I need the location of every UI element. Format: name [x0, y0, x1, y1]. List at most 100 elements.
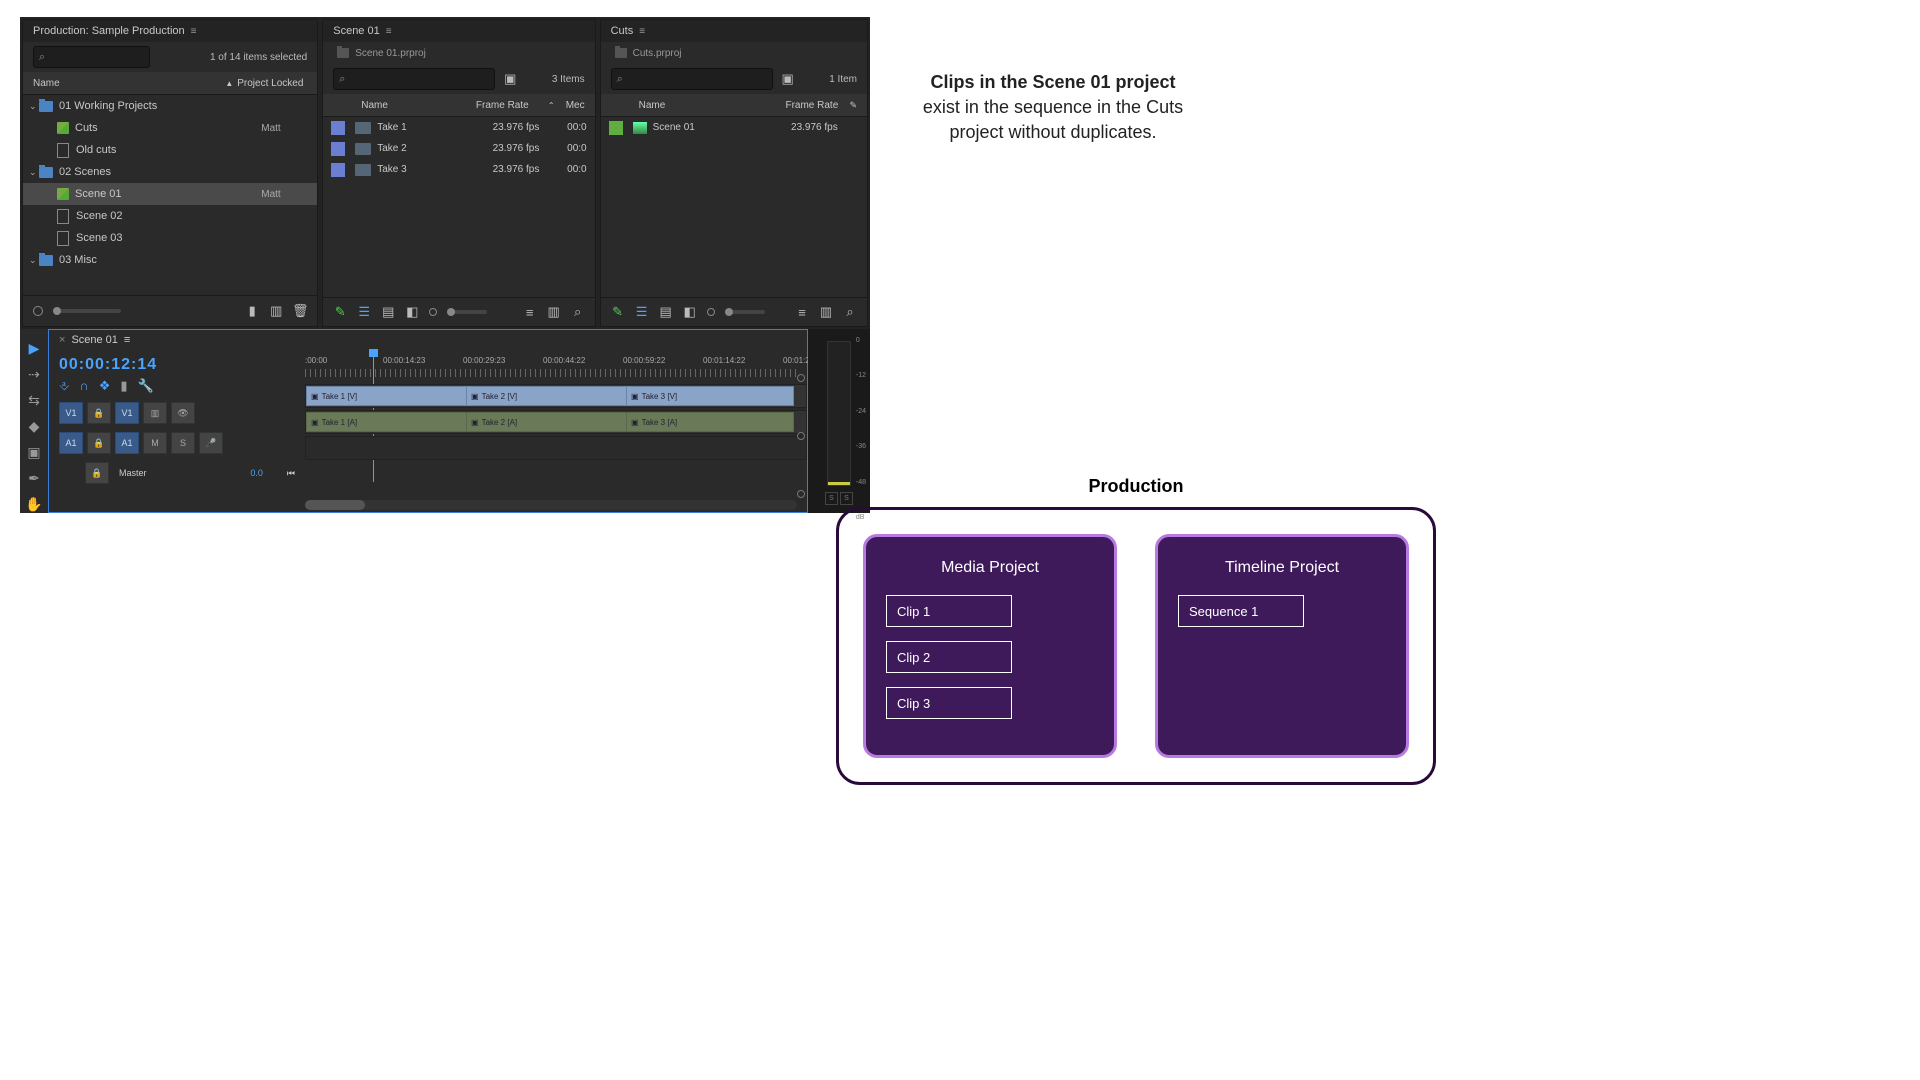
tree-folder-misc[interactable]: ⌄03 Misc [23, 249, 317, 271]
lock-icon[interactable]: 🔒 [87, 432, 111, 454]
time-ruler[interactable]: :00:00 00:00:14:23 00:00:29:23 00:00:44:… [305, 356, 807, 380]
new-item-icon[interactable]: ▥ [819, 305, 833, 319]
playhead-timecode[interactable]: 00:00:12:14 [59, 356, 295, 374]
trash-icon[interactable]: 🗑 [293, 304, 307, 318]
bin-row[interactable]: Take 323.976 fps00:0 [323, 159, 594, 180]
video-track[interactable]: ▣Take 1 [V] ▣Take 2 [V] ▣Take 3 [V] [305, 384, 807, 408]
bin-row[interactable]: Take 123.976 fps00:0 [323, 117, 594, 138]
sync-lock-icon[interactable]: ▥ [143, 402, 167, 424]
video-track-header[interactable]: V1 🔒 V1 ▥ 👁 [59, 402, 295, 424]
header-media[interactable]: Mec [559, 100, 585, 111]
lock-icon[interactable]: 🔒 [87, 402, 111, 424]
thumbnail-slider[interactable] [53, 309, 121, 313]
track-select-tool-icon[interactable]: ⇢ [25, 365, 43, 383]
timeline-clip[interactable]: ▣Take 2 [V] [466, 386, 634, 406]
timeline-clip[interactable]: ▣Take 1 [V] [306, 386, 474, 406]
tree-item-scene03[interactable]: Scene 03 [23, 227, 317, 249]
panel-menu-icon[interactable]: ≡ [386, 26, 392, 37]
slip-tool-icon[interactable]: ▣ [25, 443, 43, 461]
solo-button[interactable]: S [171, 432, 195, 454]
close-icon[interactable]: × [59, 334, 65, 346]
tree-item-cuts[interactable]: CutsMatt [23, 117, 317, 139]
scene-tab[interactable]: Scene 01≡ [323, 20, 594, 42]
marker-icon[interactable]: ▮ [120, 378, 127, 394]
new-folder-icon[interactable]: ▥ [269, 304, 283, 318]
settings-icon[interactable]: 🔧 [138, 378, 154, 394]
insert-icon[interactable]: ⎀ [59, 378, 69, 394]
pencil-icon[interactable]: ✎ [333, 305, 347, 319]
lock-icon[interactable]: 🔒 [85, 462, 109, 484]
tree-item-scene02[interactable]: Scene 02 [23, 205, 317, 227]
scene-search-input[interactable]: ⌕ [333, 68, 495, 90]
thumbnail-slider[interactable] [725, 310, 765, 314]
timeline-clip[interactable]: ▣Take 1 [A] [306, 412, 474, 432]
hand-tool-icon[interactable]: ✋ [25, 495, 43, 513]
audio-track[interactable]: ▣Take 1 [A] ▣Take 2 [A] ▣Take 3 [A] [305, 410, 807, 434]
pen-tool-icon[interactable]: ✒ [25, 469, 43, 487]
target-v1[interactable]: V1 [115, 402, 139, 424]
zoom-out-icon[interactable] [33, 306, 43, 316]
mute-button[interactable]: M [143, 432, 167, 454]
bin-row[interactable]: Scene 0123.976 fps [601, 117, 867, 138]
header-name[interactable]: Name [361, 100, 472, 111]
master-track-header[interactable]: 🔒 Master 0.0 ⏮ [59, 462, 295, 484]
list-view-icon[interactable]: ☰ [635, 305, 649, 319]
timeline-tab[interactable]: ×Scene 01≡ [49, 330, 807, 350]
panel-menu-icon[interactable]: ≡ [191, 26, 197, 37]
zoom-out-icon[interactable] [429, 308, 437, 316]
icon-view-icon[interactable]: ▤ [659, 305, 673, 319]
master-track[interactable] [305, 436, 807, 460]
timeline-clip[interactable]: ▣Take 2 [A] [466, 412, 634, 432]
search-icon[interactable]: ⌕ [843, 305, 857, 319]
search-icon[interactable]: ⌕ [571, 305, 585, 319]
timeline-tracks-area[interactable]: :00:00 00:00:14:23 00:00:29:23 00:00:44:… [305, 350, 807, 512]
source-patch-v1[interactable]: V1 [59, 402, 83, 424]
panel-menu-icon[interactable]: ≡ [124, 334, 130, 346]
thumbnail-slider[interactable] [447, 310, 487, 314]
tree-folder-scenes[interactable]: ⌄02 Scenes [23, 161, 317, 183]
source-patch-a1[interactable]: A1 [59, 432, 83, 454]
icon-view-icon[interactable]: ▤ [381, 305, 395, 319]
tree-folder-working[interactable]: ⌄01 Working Projects [23, 95, 317, 117]
freeform-view-icon[interactable]: ◧ [683, 305, 697, 319]
ripple-edit-tool-icon[interactable]: ⇆ [25, 391, 43, 409]
linked-selection-icon[interactable]: ❖ [99, 378, 111, 394]
header-lock[interactable]: Project Locked [237, 78, 307, 89]
voice-over-icon[interactable]: 🎤 [199, 432, 223, 454]
header-name[interactable]: Name [639, 100, 782, 111]
skip-icon[interactable]: ⏮ [287, 468, 295, 479]
new-bin-icon[interactable]: ▣ [503, 72, 517, 86]
audio-track-header[interactable]: A1 🔒 A1 M S 🎤 [59, 432, 295, 454]
header-framerate[interactable]: Frame Rate [476, 100, 544, 111]
new-item-icon[interactable]: ▥ [547, 305, 561, 319]
panel-menu-icon[interactable]: ≡ [639, 26, 645, 37]
new-item-icon[interactable]: ▮ [245, 304, 259, 318]
timeline-header-area: 00:00:12:14 ⎀ ∩ ❖ ▮ 🔧 V1 🔒 V1 ▥ 👁 A1 [49, 350, 305, 512]
pencil-icon[interactable]: ✎ [611, 305, 625, 319]
sort-icon[interactable]: ≡ [523, 305, 537, 319]
track-height-controls[interactable] [797, 374, 805, 498]
list-view-icon[interactable]: ☰ [357, 305, 371, 319]
zoom-out-icon[interactable] [707, 308, 715, 316]
timeline-clip[interactable]: ▣Take 3 [V] [626, 386, 794, 406]
tree-item-oldcuts[interactable]: Old cuts [23, 139, 317, 161]
timeline-clip[interactable]: ▣Take 3 [A] [626, 412, 794, 432]
target-a1[interactable]: A1 [115, 432, 139, 454]
header-name[interactable]: Name [33, 78, 221, 89]
tree-item-scene01[interactable]: Scene 01Matt [23, 183, 317, 205]
freeform-view-icon[interactable]: ◧ [405, 305, 419, 319]
production-tab[interactable]: Production: Sample Production ≡ [23, 20, 317, 42]
master-value[interactable]: 0.0 [250, 468, 263, 478]
production-search-input[interactable]: ⌕ [33, 46, 150, 68]
cuts-search-input[interactable]: ⌕ [611, 68, 773, 90]
cuts-tab[interactable]: Cuts≡ [601, 20, 867, 42]
selection-tool-icon[interactable]: ▶ [25, 339, 43, 357]
header-framerate[interactable]: Frame Rate [785, 100, 845, 111]
bin-row[interactable]: Take 223.976 fps00:0 [323, 138, 594, 159]
toggle-output-icon[interactable]: 👁 [171, 402, 195, 424]
razor-tool-icon[interactable]: ◆ [25, 417, 43, 435]
sort-icon[interactable]: ≡ [795, 305, 809, 319]
snap-icon[interactable]: ∩ [79, 378, 88, 394]
new-bin-icon[interactable]: ▣ [781, 72, 795, 86]
timeline-scrollbar[interactable] [305, 500, 797, 510]
